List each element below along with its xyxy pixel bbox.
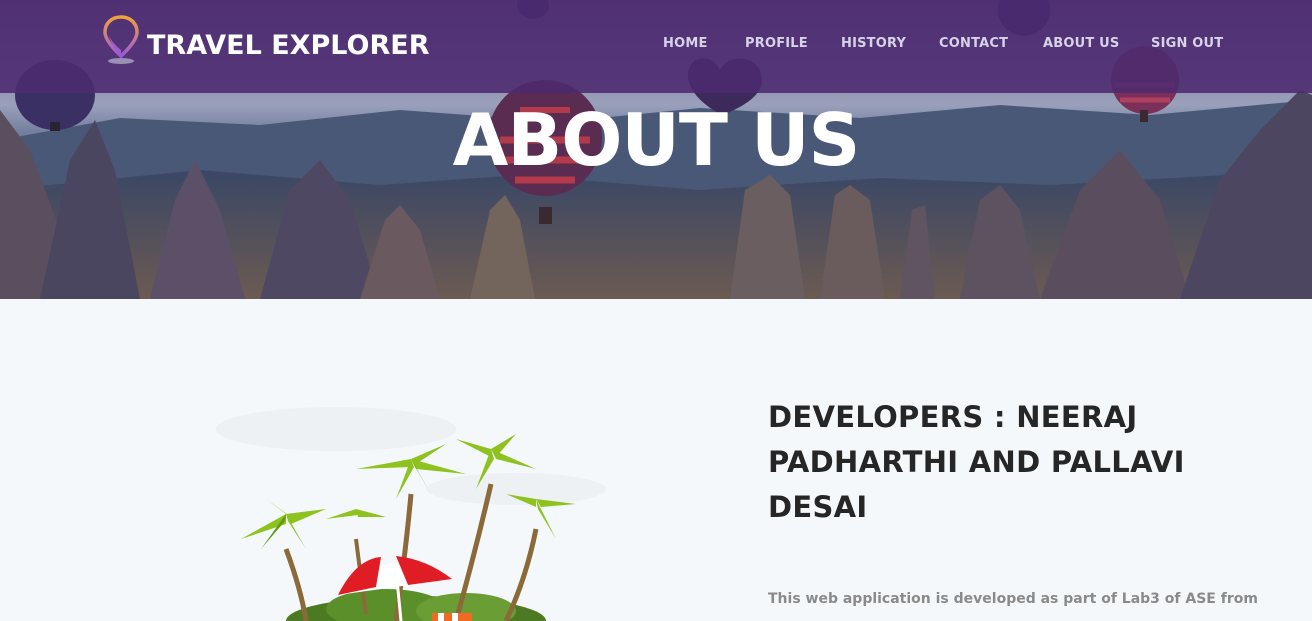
nav-sign-out[interactable]: SIGN OUT xyxy=(1151,36,1223,51)
developers-heading: DEVELOPERS : NEERAJ PADHARTHI AND PALLAV… xyxy=(768,400,1185,524)
nav-profile[interactable]: PROFILE xyxy=(745,36,808,51)
nav-history[interactable]: HISTORY xyxy=(841,36,906,51)
page-title: ABOUT US xyxy=(452,98,861,182)
nav-about-us[interactable]: ABOUT US xyxy=(1043,36,1120,51)
nav-contact[interactable]: CONTACT xyxy=(939,36,1008,51)
top-navbar: TRAVEL EXPLORER HOME PROFILE HISTORY CON… xyxy=(0,0,1312,93)
main-nav: HOME PROFILE HISTORY CONTACT ABOUT US SI… xyxy=(0,36,1312,56)
tropical-island-image xyxy=(216,407,606,621)
island-illustration xyxy=(36,399,740,621)
nav-home[interactable]: HOME xyxy=(663,36,708,51)
about-description: This web application is developed as par… xyxy=(768,591,1258,607)
